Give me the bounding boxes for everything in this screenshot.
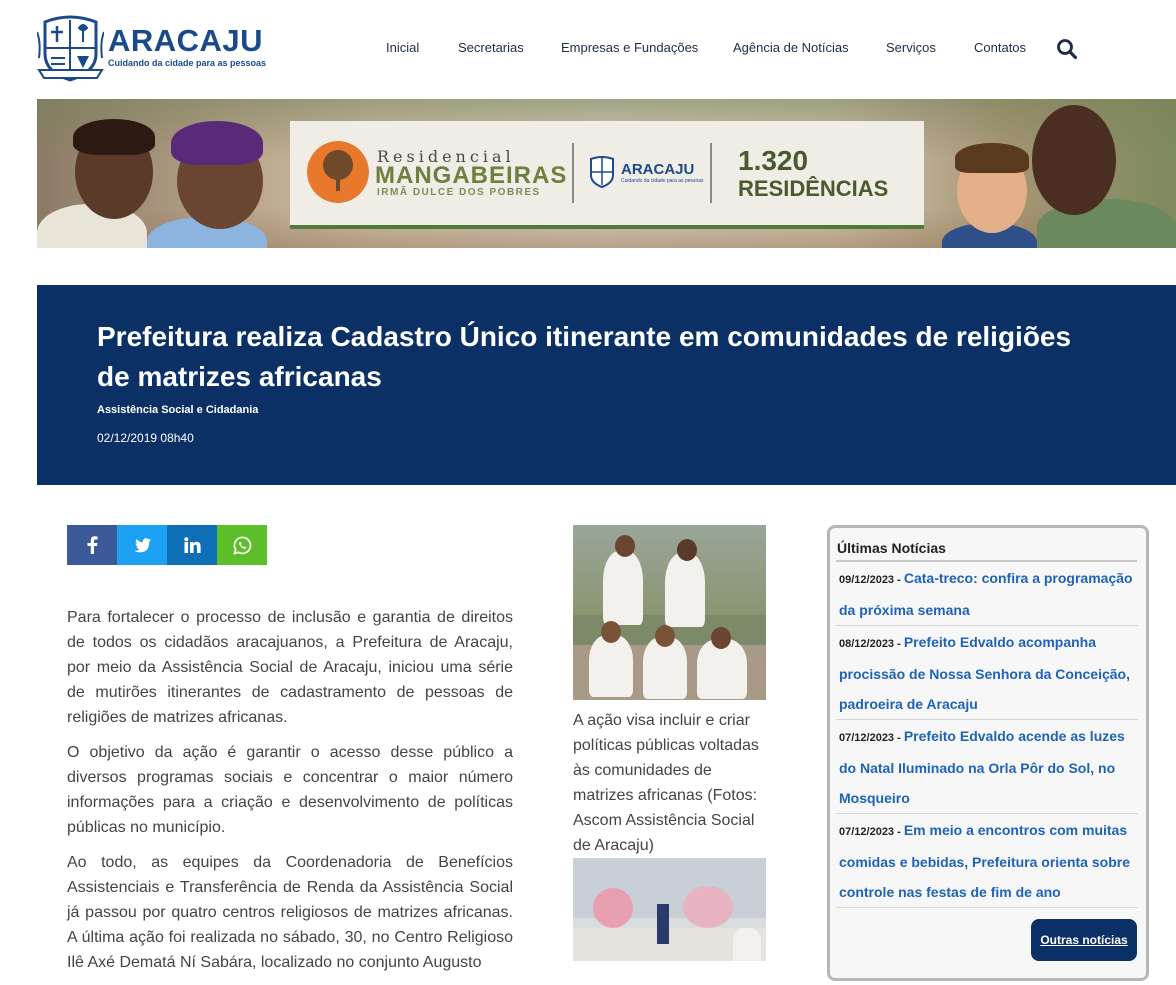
- photo-face: [601, 621, 621, 643]
- photo-person: [603, 551, 643, 625]
- site-tagline: Cuidando da cidade para as pessoas: [108, 58, 267, 68]
- site-header: ARACAJU Cuidando da cidade para as pesso…: [0, 0, 1176, 98]
- photo-person: [657, 904, 669, 944]
- news-divider: [836, 625, 1138, 626]
- banner-line3: IRMÃ DULCE DOS POBRES: [377, 187, 541, 198]
- photo-face: [655, 625, 675, 647]
- article-header: Prefeitura realiza Cadastro Único itiner…: [37, 285, 1176, 485]
- news-divider: [836, 907, 1138, 908]
- news-date: 09/12/2023 -: [839, 574, 904, 586]
- photo-decoration: [683, 886, 733, 928]
- banner-number: 1.320: [738, 145, 809, 176]
- nav-contatos[interactable]: Contatos: [974, 40, 1026, 55]
- share-twitter-button[interactable]: [117, 525, 167, 565]
- news-date: 08/12/2023 -: [839, 638, 904, 650]
- banner-logo-tagline: Cuidando da cidade para as pessoas: [621, 178, 704, 184]
- nav-servicos[interactable]: Serviços: [886, 40, 936, 55]
- banner-person-4-head: [1032, 105, 1116, 215]
- news-divider: [836, 719, 1138, 720]
- city-crest-icon: [37, 15, 104, 82]
- news-date: 07/12/2023 -: [839, 732, 904, 744]
- photo-person: [589, 635, 633, 697]
- linkedin-icon: [183, 537, 201, 553]
- photo-decoration: [593, 888, 633, 928]
- site-brand: ARACAJU: [108, 23, 264, 58]
- twitter-icon: [134, 537, 151, 552]
- article-category[interactable]: Assistência Social e Cidadania: [97, 404, 258, 416]
- banner-logo-text: ARACAJU: [621, 161, 695, 178]
- more-news-button[interactable]: Outras notícias: [1031, 919, 1137, 961]
- share-facebook-button[interactable]: [67, 525, 117, 565]
- news-date: 07/12/2023 -: [839, 826, 904, 838]
- banner-divider: [710, 143, 712, 203]
- banner-divider: [572, 143, 574, 203]
- nav-inicial[interactable]: Inicial: [386, 40, 419, 55]
- nav-agencia-noticias[interactable]: Agência de Notícias: [733, 40, 849, 55]
- whatsapp-icon: [232, 536, 251, 555]
- photo-person: [733, 928, 761, 961]
- latest-news-title: Últimas Notícias: [837, 540, 946, 556]
- nav-secretarias[interactable]: Secretarias: [458, 40, 524, 55]
- banner-line2: MANGABEIRAS: [375, 162, 568, 189]
- article-paragraph: O objetivo da ação é garantir o acesso d…: [67, 744, 513, 836]
- news-item[interactable]: 08/12/2023 - Prefeito Edvaldo acompanha …: [839, 627, 1139, 719]
- news-item[interactable]: 07/12/2023 - Em meio a encontros com mui…: [839, 815, 1139, 907]
- article-photo-2[interactable]: [573, 858, 766, 961]
- photo-face: [711, 627, 731, 649]
- share-linkedin-button[interactable]: [167, 525, 217, 565]
- photo-caption: A ação visa incluir e criar políticas pú…: [573, 712, 759, 854]
- article-body: Para fortalecer o processo de inclusão e…: [67, 605, 513, 985]
- banner-person-1-hair: [73, 119, 155, 155]
- facebook-icon: [87, 536, 98, 554]
- tree-icon: [307, 141, 369, 203]
- share-whatsapp-button[interactable]: [217, 525, 267, 565]
- banner-person-2-headwrap: [171, 121, 263, 165]
- news-divider: [836, 813, 1138, 814]
- panel-divider: [836, 560, 1137, 562]
- banner-card: Residencial MANGABEIRAS IRMÃ DULCE DOS P…: [290, 121, 924, 229]
- latest-news-panel: Últimas Notícias 09/12/2023 - Cata-treco…: [827, 525, 1149, 981]
- banner-person-3-hair: [955, 143, 1029, 173]
- photo-person: [665, 553, 705, 627]
- article-date: 02/12/2019 08h40: [97, 431, 194, 445]
- article-photo-1[interactable]: [573, 525, 766, 700]
- article-paragraph: Para fortalecer o processo de inclusão e…: [67, 609, 513, 726]
- city-crest-icon: [590, 156, 614, 189]
- photo-face: [615, 535, 635, 557]
- nav-empresas-fundacoes[interactable]: Empresas e Fundações: [561, 40, 698, 55]
- news-item[interactable]: 09/12/2023 - Cata-treco: confira a progr…: [839, 563, 1139, 625]
- photo-face: [677, 539, 697, 561]
- site-logo[interactable]: ARACAJU Cuidando da cidade para as pesso…: [37, 12, 267, 86]
- news-item[interactable]: 07/12/2023 - Prefeito Edvaldo acende as …: [839, 721, 1139, 813]
- article-title: Prefeitura realiza Cadastro Único itiner…: [97, 321, 1072, 392]
- banner-number-label: RESIDÊNCIAS: [738, 176, 889, 201]
- search-icon[interactable]: [1056, 38, 1078, 60]
- article-paragraph: Ao todo, as equipes da Coordenadoria de …: [67, 854, 513, 971]
- promo-banner[interactable]: Residencial MANGABEIRAS IRMÃ DULCE DOS P…: [37, 99, 1176, 248]
